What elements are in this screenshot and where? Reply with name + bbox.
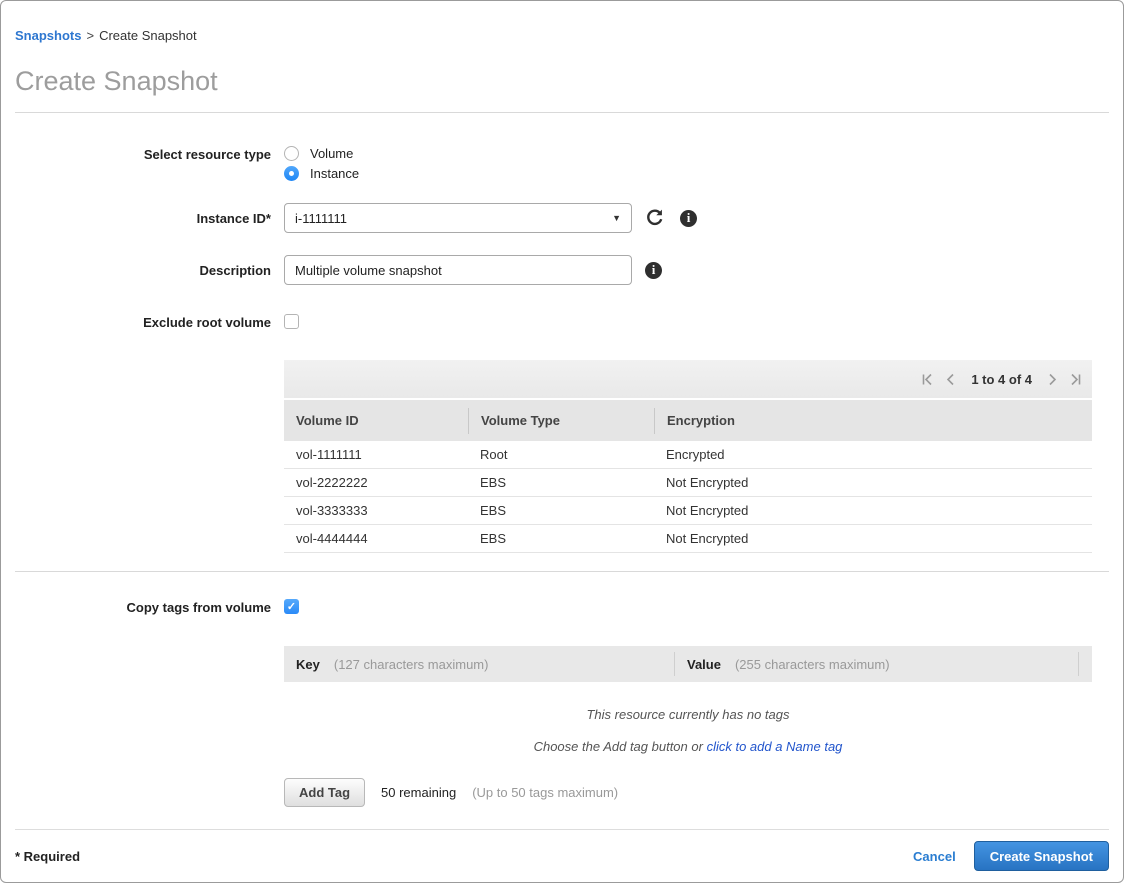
copy-tags-label: Copy tags from volume — [15, 599, 284, 615]
resource-type-label: Select resource type — [15, 146, 284, 162]
radio-instance-icon[interactable] — [284, 166, 299, 181]
breadcrumb-snapshots-link[interactable]: Snapshots — [15, 28, 81, 43]
tags-table-header: Key (127 characters maximum) Value (255 … — [284, 646, 1092, 682]
chevron-down-icon: ▼ — [612, 213, 621, 223]
radio-volume-icon[interactable] — [284, 146, 299, 161]
section-divider — [15, 571, 1109, 572]
prev-page-icon[interactable] — [944, 373, 957, 386]
tags-key-hint: (127 characters maximum) — [334, 657, 489, 672]
table-row: vol-1111111 Root Encrypted — [284, 441, 1092, 469]
tags-max-note: (Up to 50 tags maximum) — [472, 785, 618, 800]
table-row: vol-3333333 EBS Not Encrypted — [284, 497, 1092, 525]
tags-cta-prefix: Choose the Add tag button or — [534, 739, 707, 754]
exclude-root-checkbox[interactable] — [284, 314, 299, 329]
copy-tags-checkbox[interactable]: ✓ — [284, 599, 299, 614]
instance-id-info-icon[interactable]: i — [680, 210, 697, 227]
tags-value-hint: (255 characters maximum) — [735, 657, 890, 672]
copy-tags-row: Copy tags from volume ✓ — [15, 599, 1109, 615]
cell-volume-type: EBS — [468, 475, 654, 490]
radio-volume-label: Volume — [310, 146, 353, 161]
description-input[interactable] — [284, 255, 632, 285]
cell-encryption: Not Encrypted — [654, 475, 1092, 490]
radio-option-volume[interactable]: Volume — [284, 146, 359, 161]
cell-volume-type: EBS — [468, 531, 654, 546]
tags-header-end-divider — [1078, 652, 1092, 676]
radio-option-instance[interactable]: Instance — [284, 166, 359, 181]
tags-key-title: Key — [296, 657, 320, 672]
add-tag-button[interactable]: Add Tag — [284, 778, 365, 807]
refresh-icon[interactable] — [645, 208, 665, 228]
resource-type-row: Select resource type Volume Instance — [15, 146, 1109, 181]
pagination: 1 to 4 of 4 — [921, 372, 1082, 387]
tags-remaining-count: 50 remaining — [381, 785, 456, 800]
column-header-volume-type: Volume Type — [468, 408, 654, 434]
cell-volume-id: vol-3333333 — [284, 503, 468, 518]
cell-encryption: Not Encrypted — [654, 503, 1092, 518]
page-title: Create Snapshot — [15, 66, 1109, 113]
breadcrumb-current: Create Snapshot — [99, 28, 197, 43]
table-row: vol-4444444 EBS Not Encrypted — [284, 525, 1092, 553]
cell-encryption: Encrypted — [654, 447, 1092, 462]
instance-id-label: Instance ID* — [15, 203, 284, 226]
description-info-icon[interactable]: i — [645, 262, 662, 279]
breadcrumb: Snapshots > Create Snapshot — [15, 1, 1109, 43]
tags-value-title: Value — [687, 657, 721, 672]
add-tag-row: Add Tag 50 remaining (Up to 50 tags maxi… — [284, 778, 1109, 807]
pagination-range: 1 to 4 of 4 — [971, 372, 1032, 387]
required-note: * Required — [15, 849, 80, 864]
volumes-table-toolbar: 1 to 4 of 4 — [284, 360, 1092, 400]
cell-encryption: Not Encrypted — [654, 531, 1092, 546]
next-page-icon[interactable] — [1046, 373, 1059, 386]
instance-id-selected-value: i-1111111 — [295, 211, 347, 226]
cell-volume-type: EBS — [468, 503, 654, 518]
create-snapshot-page: Snapshots > Create Snapshot Create Snapsho… — [0, 0, 1124, 883]
exclude-root-label: Exclude root volume — [15, 314, 284, 330]
column-header-encryption: Encryption — [654, 408, 1092, 434]
exclude-root-row: Exclude root volume — [15, 314, 1109, 330]
instance-id-select[interactable]: i-1111111 ▼ — [284, 203, 632, 233]
cell-volume-id: vol-2222222 — [284, 475, 468, 490]
tags-value-column-header: Value (255 characters maximum) — [674, 652, 1078, 676]
first-page-icon[interactable] — [921, 373, 934, 386]
last-page-icon[interactable] — [1069, 373, 1082, 386]
create-snapshot-button[interactable]: Create Snapshot — [974, 841, 1109, 871]
add-name-tag-link[interactable]: click to add a Name tag — [707, 739, 843, 754]
volumes-table: 1 to 4 of 4 Volume ID Volume Type Encryp… — [284, 360, 1092, 553]
cell-volume-id: vol-4444444 — [284, 531, 468, 546]
volumes-table-header: Volume ID Volume Type Encryption — [284, 400, 1092, 441]
breadcrumb-separator: > — [86, 28, 94, 43]
tags-key-column-header: Key (127 characters maximum) — [284, 657, 674, 672]
column-header-volume-id: Volume ID — [284, 413, 468, 428]
resource-type-options: Volume Instance — [284, 146, 359, 181]
radio-instance-label: Instance — [310, 166, 359, 181]
tags-cta-message: Choose the Add tag button or click to ad… — [284, 739, 1092, 754]
footer-bar: * Required Cancel Create Snapshot — [15, 829, 1109, 882]
cancel-button[interactable]: Cancel — [913, 849, 956, 864]
instance-id-row: Instance ID* i-1111111 ▼ i — [15, 203, 1109, 233]
description-label: Description — [15, 255, 284, 278]
description-row: Description i — [15, 255, 1109, 285]
cell-volume-id: vol-1111111 — [284, 447, 468, 462]
cell-volume-type: Root — [468, 447, 654, 462]
table-row: vol-2222222 EBS Not Encrypted — [284, 469, 1092, 497]
tags-empty-message: This resource currently has no tags — [284, 707, 1092, 722]
